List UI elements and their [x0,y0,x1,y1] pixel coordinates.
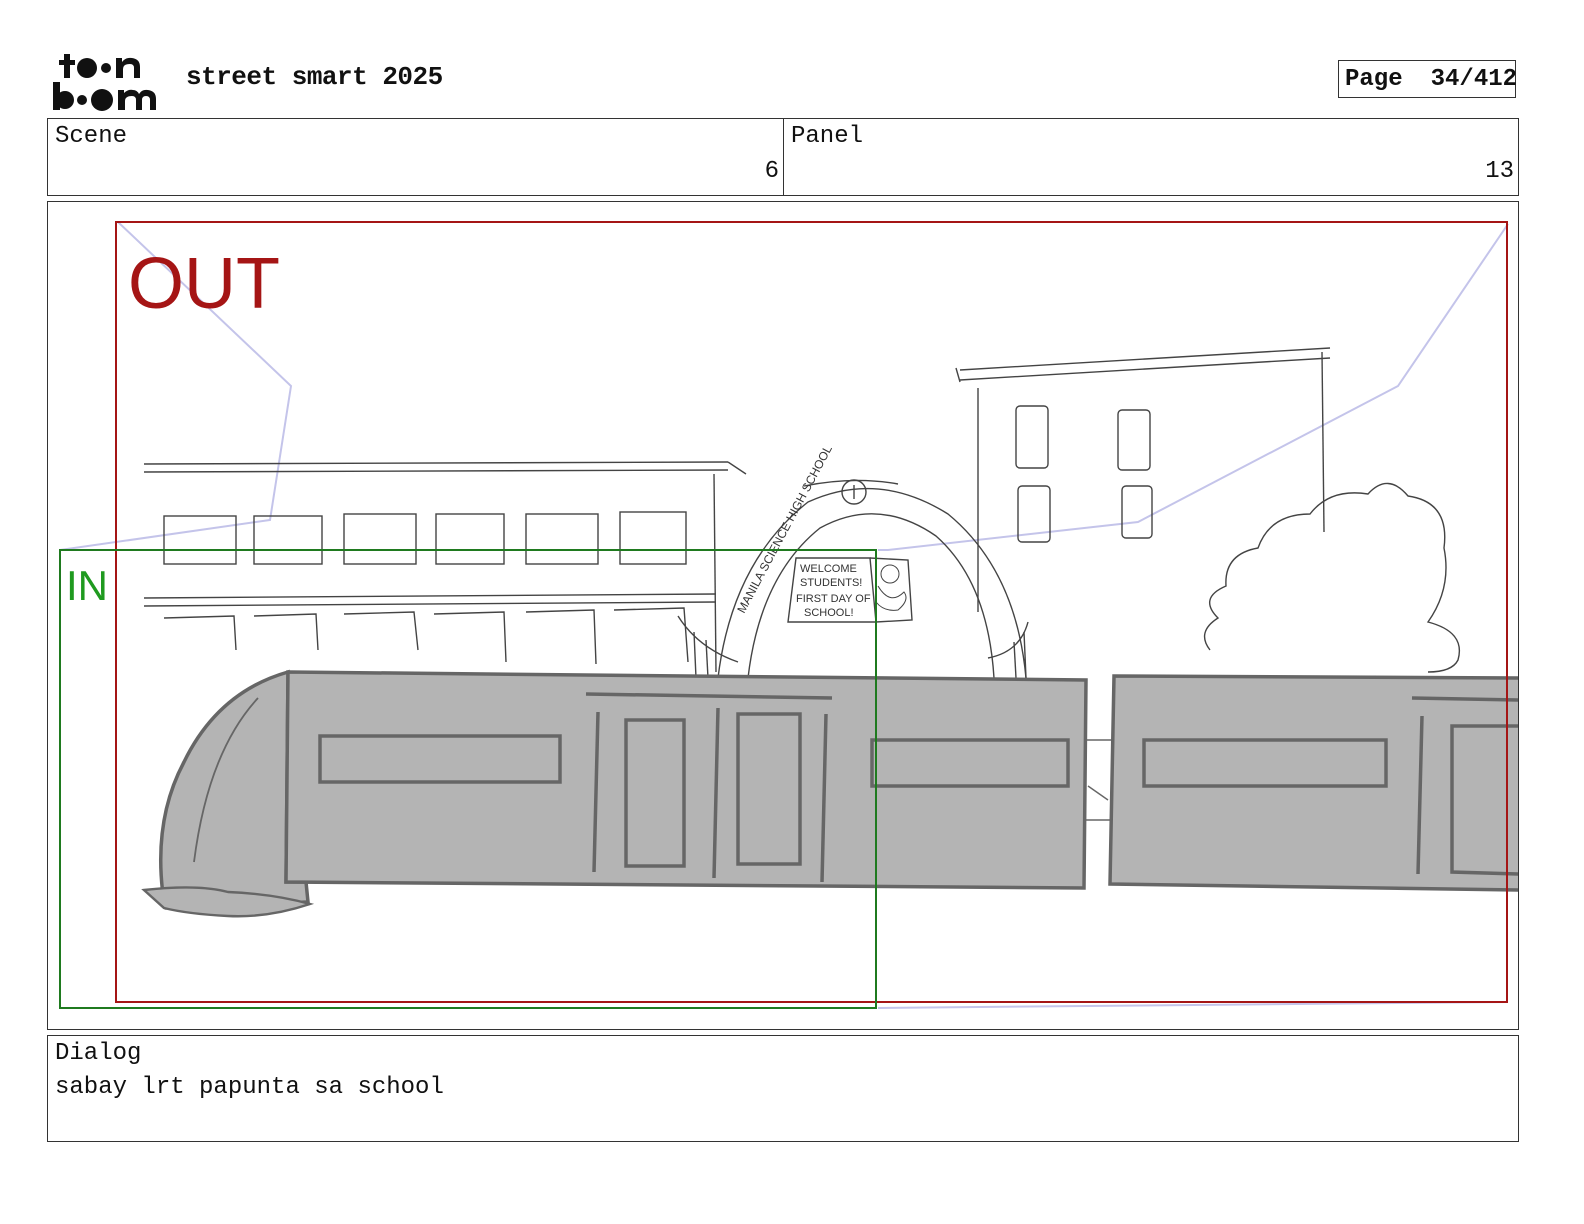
storyboard-frame: MANILA SCIENCE HIGH SCHOOL WELCOME STUDE… [47,201,1519,1030]
scene-number: 6 [764,158,779,185]
school-arch: MANILA SCIENCE HIGH SCHOOL [677,443,1029,679]
page-indicator: Page 34/412 [1338,60,1518,98]
banner-line: FIRST DAY OF [796,593,871,605]
dialog-label: Dialog [55,1040,142,1067]
storyboard-drawing: MANILA SCIENCE HIGH SCHOOL WELCOME STUDE… [59,221,1518,1009]
bush [1203,482,1460,673]
banner-line: STUDENTS! [800,577,862,589]
page-label: Page [1345,65,1403,93]
scene-panel-row: Scene 6 Panel 13 [47,118,1519,196]
panel-label: Panel [791,123,864,150]
in-label: IN [66,562,108,609]
panel-number: 13 [1485,158,1514,185]
scene-cell: Scene 6 [48,119,784,195]
left-building [143,461,747,673]
dialog-box: Dialog sabay lrt papunta sa school [47,1035,1519,1142]
camera-path-right [878,223,1509,551]
banner-line: WELCOME [800,563,857,575]
welcome-banner: WELCOME STUDENTS! FIRST DAY OF SCHOOL! [796,563,871,619]
project-title: street smart 2025 [186,62,443,92]
dialog-text: sabay lrt papunta sa school [55,1074,444,1101]
page-number: 34/412 [1430,65,1518,93]
train-car-rear [1108,674,1518,892]
right-building [955,347,1331,612]
banner-line: SCHOOL! [804,607,854,619]
out-label: OUT [128,244,280,324]
arch-text: MANILA SCIENCE HIGH SCHOOL [734,443,835,616]
panel-cell: Panel 13 [784,119,1518,195]
toonboom-logo [52,50,164,112]
mascot-doodle [875,564,907,611]
scene-label: Scene [55,123,128,150]
train-connector [1086,739,1112,821]
train-car-front [141,669,1088,918]
